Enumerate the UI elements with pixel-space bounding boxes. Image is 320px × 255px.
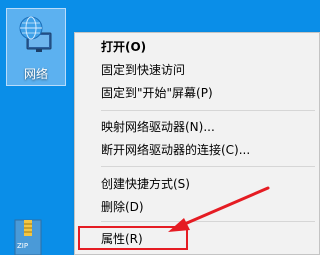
annotation-arrow-icon: [168, 186, 270, 232]
